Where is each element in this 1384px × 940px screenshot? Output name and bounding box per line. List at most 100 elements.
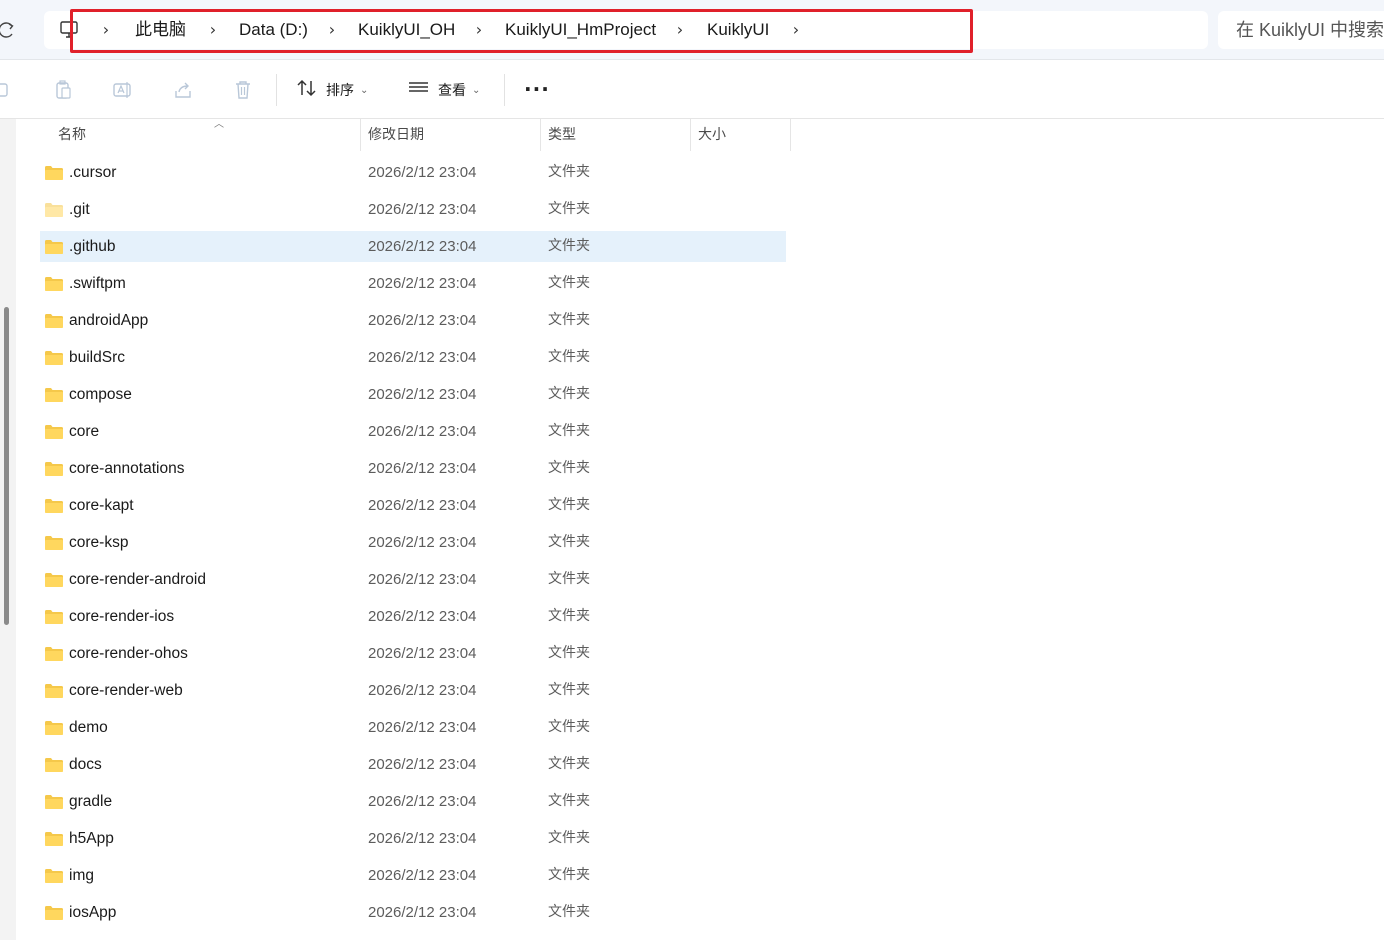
chevron-right-icon[interactable]: › bbox=[100, 11, 112, 49]
file-name: buildSrc bbox=[69, 349, 125, 366]
column-resize-handle[interactable] bbox=[540, 119, 541, 151]
file-name: .cursor bbox=[69, 164, 117, 181]
file-modified-date: 2026/2/12 23:04 bbox=[368, 534, 477, 551]
table-row[interactable]: iosApp 2026/2/12 23:04 文件夹 bbox=[40, 897, 786, 928]
chevron-right-icon[interactable]: › bbox=[326, 11, 338, 49]
chevron-right-icon[interactable]: › bbox=[674, 11, 686, 49]
table-row[interactable]: demo 2026/2/12 23:04 文件夹 bbox=[40, 712, 786, 743]
navigation-pane-edge bbox=[0, 119, 16, 940]
file-modified-date: 2026/2/12 23:04 bbox=[368, 349, 477, 366]
file-type: 文件夹 bbox=[548, 608, 590, 624]
view-button[interactable]: 查看 ⌄ bbox=[408, 74, 480, 106]
table-row[interactable]: img 2026/2/12 23:04 文件夹 bbox=[40, 860, 786, 891]
file-modified-date: 2026/2/12 23:04 bbox=[368, 460, 477, 477]
file-name: core-render-ios bbox=[69, 608, 175, 625]
address-bar[interactable]: › 此电脑 › Data (D:) › KuiklyUI_OH › Kuikly… bbox=[44, 11, 1208, 49]
file-type: 文件夹 bbox=[548, 719, 590, 735]
copy-icon[interactable] bbox=[52, 79, 74, 101]
file-name: .swiftpm bbox=[69, 275, 126, 292]
file-name: gradle bbox=[69, 793, 113, 810]
table-row[interactable]: gradle 2026/2/12 23:04 文件夹 bbox=[40, 786, 786, 817]
folder-icon bbox=[45, 683, 63, 698]
file-name: core bbox=[69, 423, 100, 440]
more-options-icon[interactable]: ··· bbox=[524, 74, 549, 106]
file-name: .github bbox=[69, 238, 116, 255]
table-row[interactable]: .swiftpm 2026/2/12 23:04 文件夹 bbox=[40, 268, 786, 299]
table-row[interactable]: compose 2026/2/12 23:04 文件夹 bbox=[40, 379, 786, 410]
file-modified-date: 2026/2/12 23:04 bbox=[368, 867, 477, 884]
file-name: demo bbox=[69, 719, 108, 736]
breadcrumb-kuiklyui[interactable]: KuiklyUI bbox=[707, 11, 769, 49]
table-row[interactable]: h5App 2026/2/12 23:04 文件夹 bbox=[40, 823, 786, 854]
file-name: docs bbox=[69, 756, 102, 773]
column-header-size[interactable]: 大小 bbox=[698, 119, 726, 151]
share-icon[interactable] bbox=[172, 79, 194, 101]
file-modified-date: 2026/2/12 23:04 bbox=[368, 238, 477, 255]
file-type: 文件夹 bbox=[548, 349, 590, 365]
folder-icon bbox=[45, 794, 63, 809]
folder-icon bbox=[45, 757, 63, 772]
column-resize-handle[interactable] bbox=[690, 119, 691, 151]
search-box[interactable]: 在 KuiklyUI 中搜索 bbox=[1218, 11, 1384, 49]
chevron-right-icon[interactable]: › bbox=[207, 11, 219, 49]
table-row[interactable]: docs 2026/2/12 23:04 文件夹 bbox=[40, 749, 786, 780]
breadcrumb-data-drive[interactable]: Data (D:) bbox=[239, 11, 308, 49]
breadcrumb-kuiklyui-hmproject[interactable]: KuiklyUI_HmProject bbox=[505, 11, 656, 49]
table-row[interactable]: core-kapt 2026/2/12 23:04 文件夹 bbox=[40, 490, 786, 521]
chevron-right-icon[interactable]: › bbox=[473, 11, 485, 49]
folder-icon bbox=[45, 202, 63, 217]
file-modified-date: 2026/2/12 23:04 bbox=[368, 386, 477, 403]
folder-icon bbox=[45, 572, 63, 587]
column-header-type[interactable]: 类型 bbox=[548, 119, 576, 151]
table-row[interactable]: core-ksp 2026/2/12 23:04 文件夹 bbox=[40, 527, 786, 558]
file-type: 文件夹 bbox=[548, 460, 590, 476]
column-header-modified[interactable]: 修改日期 bbox=[368, 119, 424, 151]
column-resize-handle[interactable] bbox=[360, 119, 361, 151]
folder-icon bbox=[45, 239, 63, 254]
table-row[interactable]: androidApp 2026/2/12 23:04 文件夹 bbox=[40, 305, 786, 336]
table-row[interactable]: core-annotations 2026/2/12 23:04 文件夹 bbox=[40, 453, 786, 484]
column-header-name[interactable]: 名称 bbox=[58, 119, 86, 151]
table-row[interactable]: .git 2026/2/12 23:04 文件夹 bbox=[40, 194, 786, 225]
file-name: core-render-ohos bbox=[69, 645, 188, 662]
breadcrumb-kuiklyui-oh[interactable]: KuiklyUI_OH bbox=[358, 11, 455, 49]
folder-icon bbox=[45, 424, 63, 439]
this-pc-icon[interactable] bbox=[58, 19, 80, 41]
cut-icon[interactable] bbox=[0, 79, 14, 101]
folder-icon bbox=[45, 609, 63, 624]
table-row[interactable]: .github 2026/2/12 23:04 文件夹 bbox=[40, 231, 786, 262]
chevron-right-icon[interactable]: › bbox=[790, 11, 802, 49]
file-modified-date: 2026/2/12 23:04 bbox=[368, 645, 477, 662]
rename-icon[interactable] bbox=[112, 79, 134, 101]
table-row[interactable]: core 2026/2/12 23:04 文件夹 bbox=[40, 416, 786, 447]
folder-icon bbox=[45, 350, 63, 365]
folder-icon bbox=[45, 905, 63, 920]
table-row[interactable]: core-render-ohos 2026/2/12 23:04 文件夹 bbox=[40, 638, 786, 669]
sort-ascending-icon: ︿ bbox=[214, 119, 224, 130]
table-row[interactable]: buildSrc 2026/2/12 23:04 文件夹 bbox=[40, 342, 786, 373]
delete-icon[interactable] bbox=[232, 79, 254, 101]
refresh-icon[interactable] bbox=[0, 18, 14, 42]
file-modified-date: 2026/2/12 23:04 bbox=[368, 682, 477, 699]
toolbar-divider bbox=[276, 74, 277, 106]
column-resize-handle[interactable] bbox=[790, 119, 791, 151]
file-type: 文件夹 bbox=[548, 534, 590, 550]
breadcrumb-this-pc[interactable]: 此电脑 bbox=[135, 11, 186, 49]
table-row[interactable]: core-render-web 2026/2/12 23:04 文件夹 bbox=[40, 675, 786, 706]
file-type: 文件夹 bbox=[548, 756, 590, 772]
file-modified-date: 2026/2/12 23:04 bbox=[368, 793, 477, 810]
file-name: h5App bbox=[69, 830, 114, 847]
folder-icon bbox=[45, 646, 63, 661]
file-name: core-render-web bbox=[69, 682, 183, 699]
scrollbar-thumb[interactable] bbox=[4, 307, 9, 625]
folder-icon bbox=[45, 868, 63, 883]
table-row[interactable]: .cursor 2026/2/12 23:04 文件夹 bbox=[40, 157, 786, 188]
file-modified-date: 2026/2/12 23:04 bbox=[368, 497, 477, 514]
sort-button[interactable]: 排序 ⌄ bbox=[296, 74, 368, 106]
file-name: core-render-android bbox=[69, 571, 206, 588]
search-input[interactable]: 在 KuiklyUI 中搜索 bbox=[1236, 11, 1384, 49]
folder-icon bbox=[45, 461, 63, 476]
file-type: 文件夹 bbox=[548, 386, 590, 402]
table-row[interactable]: core-render-ios 2026/2/12 23:04 文件夹 bbox=[40, 601, 786, 632]
table-row[interactable]: core-render-android 2026/2/12 23:04 文件夹 bbox=[40, 564, 786, 595]
